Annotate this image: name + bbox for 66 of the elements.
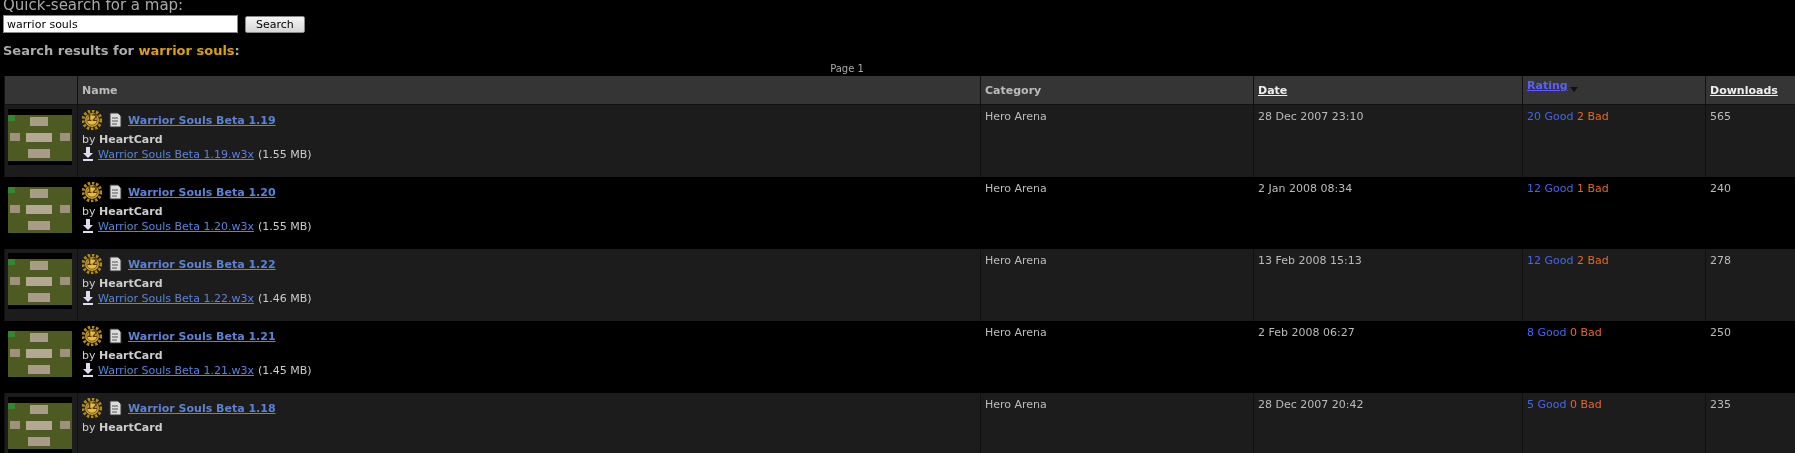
date-cell: 28 Dec 2007 20:42 (1253, 393, 1523, 453)
map-title-link[interactable]: Warrior Souls Beta 1.18 (128, 401, 276, 415)
category-cell: Hero Arena (980, 104, 1254, 177)
document-icon (108, 400, 122, 416)
version-gear-badge: 12 (82, 254, 102, 274)
document-icon (108, 256, 122, 272)
map-title-link[interactable]: Warrior Souls Beta 1.21 (128, 329, 276, 343)
good-rating: 5 Good (1527, 398, 1567, 411)
downloads-cell: 278 (1705, 249, 1795, 321)
map-title-link[interactable]: Warrior Souls Beta 1.19 (128, 113, 276, 127)
map-title-link[interactable]: Warrior Souls Beta 1.22 (128, 257, 276, 271)
download-icon (82, 363, 94, 377)
bad-rating: 0 Bad (1569, 326, 1602, 339)
map-title-link[interactable]: Warrior Souls Beta 1.20 (128, 185, 276, 199)
good-rating: 8 Good (1527, 326, 1567, 339)
document-icon (108, 184, 122, 200)
page-label: Page 1 (829, 63, 865, 74)
file-link[interactable]: Warrior Souls Beta 1.19.w3x (98, 147, 254, 161)
good-rating: 20 Good (1527, 110, 1574, 123)
bad-rating: 1 Bad (1576, 182, 1609, 195)
author-text: by HeartCard (82, 349, 164, 362)
download-icon (82, 219, 94, 233)
date-cell: 13 Feb 2008 15:13 (1253, 249, 1523, 321)
version-gear-badge: 12 (82, 182, 102, 202)
sort-caret-icon (1569, 87, 1578, 92)
file-link[interactable]: Warrior Souls Beta 1.21.w3x (98, 363, 254, 377)
date-cell: 2 Jan 2008 08:34 (1253, 177, 1523, 249)
download-icon (82, 291, 94, 305)
bad-rating: 2 Bad (1576, 254, 1609, 267)
download-icon (82, 147, 94, 161)
category-cell: Hero Arena (980, 249, 1254, 321)
file-size: (1.45 MB) (257, 363, 312, 377)
bad-rating: 2 Bad (1576, 110, 1609, 123)
author-text: by HeartCard (82, 277, 164, 290)
author-text: by HeartCard (82, 133, 164, 146)
column-header: Category (980, 76, 1254, 105)
file-size: (1.46 MB) (257, 291, 312, 305)
good-rating: 12 Good (1527, 254, 1574, 267)
file-link[interactable]: Warrior Souls Beta 1.20.w3x (98, 219, 254, 233)
document-icon (108, 328, 122, 344)
document-icon (108, 112, 122, 128)
file-link[interactable]: Warrior Souls Beta 1.22.w3x (98, 291, 254, 305)
date-cell: 28 Dec 2007 23:10 (1253, 104, 1523, 177)
downloads-cell: 235 (1705, 393, 1795, 453)
version-gear-badge: 12 (82, 326, 102, 346)
search-button[interactable]: Search (245, 15, 305, 33)
author-text: by HeartCard (82, 205, 164, 218)
file-size: (1.55 MB) (257, 219, 312, 233)
search-field[interactable]: warrior souls (3, 15, 238, 33)
downloads-cell: 250 (1705, 321, 1795, 393)
file-size: (1.55 MB) (257, 147, 312, 161)
category-cell: Hero Arena (980, 393, 1254, 453)
downloads-cell: 565 (1705, 104, 1795, 177)
category-cell: Hero Arena (980, 177, 1254, 249)
downloads-cell: 240 (1705, 177, 1795, 249)
date-cell: 2 Feb 2008 06:27 (1253, 321, 1523, 393)
column-header[interactable]: Date (1253, 76, 1523, 105)
column-header[interactable]: Downloads (1705, 76, 1795, 105)
author-text: by HeartCard (82, 421, 164, 434)
column-header: Name (77, 76, 981, 105)
version-gear-badge: 12 (82, 110, 102, 130)
good-rating: 12 Good (1527, 182, 1574, 195)
bad-rating: 0 Bad (1569, 398, 1602, 411)
results-heading: Search results for warrior souls: (3, 43, 241, 58)
version-gear-badge: 12 (82, 398, 102, 418)
category-cell: Hero Arena (980, 321, 1254, 393)
